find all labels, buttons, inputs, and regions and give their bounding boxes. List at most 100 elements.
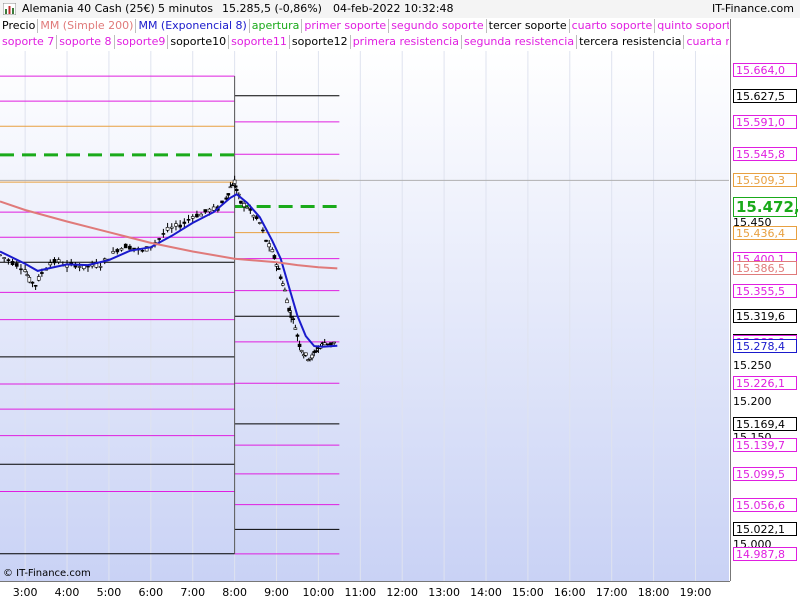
chart-plot-area[interactable] [0, 51, 729, 581]
instrument-name: Alemania 40 Cash (25€) [22, 2, 155, 15]
candle-body [161, 233, 166, 235]
candle-body [310, 354, 314, 359]
candle-body [23, 269, 27, 272]
legend-item[interactable]: segunda resistencia [461, 35, 578, 49]
x-tick-label: 6:00 [138, 586, 164, 599]
timeframe-label: 5 minutos [158, 2, 213, 15]
candle-body [304, 352, 308, 356]
legend-item[interactable]: cuarta resistencia [684, 35, 729, 49]
candle-body [30, 281, 35, 284]
price-tag: 15.355,5 [733, 283, 797, 298]
candle-body [52, 259, 57, 264]
chart-icon [3, 3, 16, 15]
legend-item[interactable]: tercer soporte [486, 19, 570, 33]
time-axis: 3:00 4:00 5:00 6:00 7:00 8:00 9:00 10:00 11:00 12… [0, 581, 730, 601]
candle-body [174, 223, 178, 227]
candle-body [77, 266, 82, 268]
legend-row-1: Precio MM (Simple 200) MM (Exponencial 8) a… [0, 19, 729, 35]
candle-body [2, 257, 6, 259]
legend-item[interactable]: soporte 8 [57, 35, 115, 49]
candle-body [314, 350, 319, 353]
candle-body [140, 249, 145, 252]
price-tag: 15.545,8 [733, 147, 797, 162]
datetime-label: 04-feb-2022 10:32:48 [333, 2, 454, 15]
candle-body [220, 200, 224, 204]
candle-body [98, 266, 103, 268]
legend-item[interactable]: tercera resistencia [577, 35, 685, 49]
price-tag: 15.139,7 [733, 438, 797, 453]
candle-body [285, 299, 289, 304]
candle-body [239, 200, 243, 204]
legend-item[interactable]: cuarto soporte [569, 19, 656, 33]
brand-label: IT-Finance.com [712, 2, 794, 15]
legend-item[interactable]: apertura [249, 19, 303, 33]
legend-item[interactable]: primera resistencia [350, 35, 462, 49]
legend-item[interactable]: MM (Exponencial 8) [136, 19, 250, 33]
candle-body [186, 218, 191, 221]
price-tag: 15.056,6 [733, 497, 797, 512]
x-tick-label: 17:00 [595, 586, 628, 599]
title-bar: Alemania 40 Cash (25€) 5 minutos 15.285,… [0, 0, 800, 18]
candle-body [165, 227, 170, 231]
candle-body [332, 341, 336, 344]
y-tick-label: 15.250 [733, 359, 772, 373]
price-chart [0, 51, 729, 581]
price-tag: 15.664,0 [733, 62, 797, 77]
candle-body [251, 214, 256, 218]
legend-item[interactable]: primer soporte [302, 19, 390, 33]
legend-item[interactable]: soporte9 [114, 35, 169, 49]
candle-body [27, 277, 32, 283]
price-tag: 15.022,1 [733, 522, 797, 537]
candle-body [157, 238, 162, 240]
candle-body [254, 216, 259, 219]
price-tag: 15.386,5 [733, 261, 797, 276]
candle-body [56, 259, 61, 263]
candle-body [270, 249, 275, 253]
x-tick-label: 5:00 [96, 586, 122, 599]
candle-body [195, 213, 199, 218]
price-tag: 15.226,1 [733, 376, 797, 391]
candle-body [261, 229, 265, 232]
candle-body [326, 343, 330, 346]
legend-item[interactable]: soporte10 [168, 35, 230, 49]
legend-item[interactable]: segundo soporte [389, 19, 487, 33]
candle-body [111, 251, 115, 254]
x-tick-label: 15:00 [512, 586, 544, 599]
legend-item[interactable]: MM (Simple 200) [38, 19, 137, 33]
candle-body [288, 310, 292, 313]
legend-row-2: soporte 7 soporte 8 soporte9 soporte10 sopor… [0, 35, 729, 51]
candle-body [299, 350, 304, 353]
candle-body [10, 261, 15, 266]
candle-body [278, 276, 283, 279]
candle-body [25, 274, 30, 276]
price-tag: 15.509,3 [733, 173, 797, 188]
candle-body [115, 249, 120, 253]
price-tag: 15.627,5 [733, 88, 797, 103]
candle-body [274, 264, 279, 267]
legend-item[interactable]: soporte11 [229, 35, 290, 49]
candle-body [283, 289, 287, 292]
x-tick-label: 10:00 [302, 586, 335, 599]
x-tick-label: 13:00 [428, 586, 460, 599]
legend-item[interactable]: soporte 7 [0, 35, 58, 49]
price-change: 15.285,5 (-0,86%) [222, 2, 322, 15]
legend-item[interactable]: Precio [0, 19, 39, 33]
candle-body [230, 184, 235, 187]
candle-body [289, 316, 293, 318]
candle-body [232, 179, 237, 184]
y-tick-label: 15.200 [733, 394, 772, 408]
price-tag: 15.436,4 [733, 225, 797, 240]
candle-body [308, 357, 312, 360]
candle-body [233, 185, 238, 188]
candle-body [19, 268, 23, 271]
candle-body [281, 283, 285, 286]
candle-body [40, 272, 44, 274]
price-tag: 14.987,8 [733, 546, 797, 561]
x-tick-label: 12:00 [386, 586, 419, 599]
candle-body [297, 343, 302, 347]
x-tick-label: 18:00 [637, 586, 670, 599]
legend-item[interactable]: soporte12 [289, 35, 351, 49]
candle-body [224, 197, 229, 200]
candle-body [293, 327, 298, 330]
legend-item[interactable]: quinto soporte [655, 19, 729, 33]
